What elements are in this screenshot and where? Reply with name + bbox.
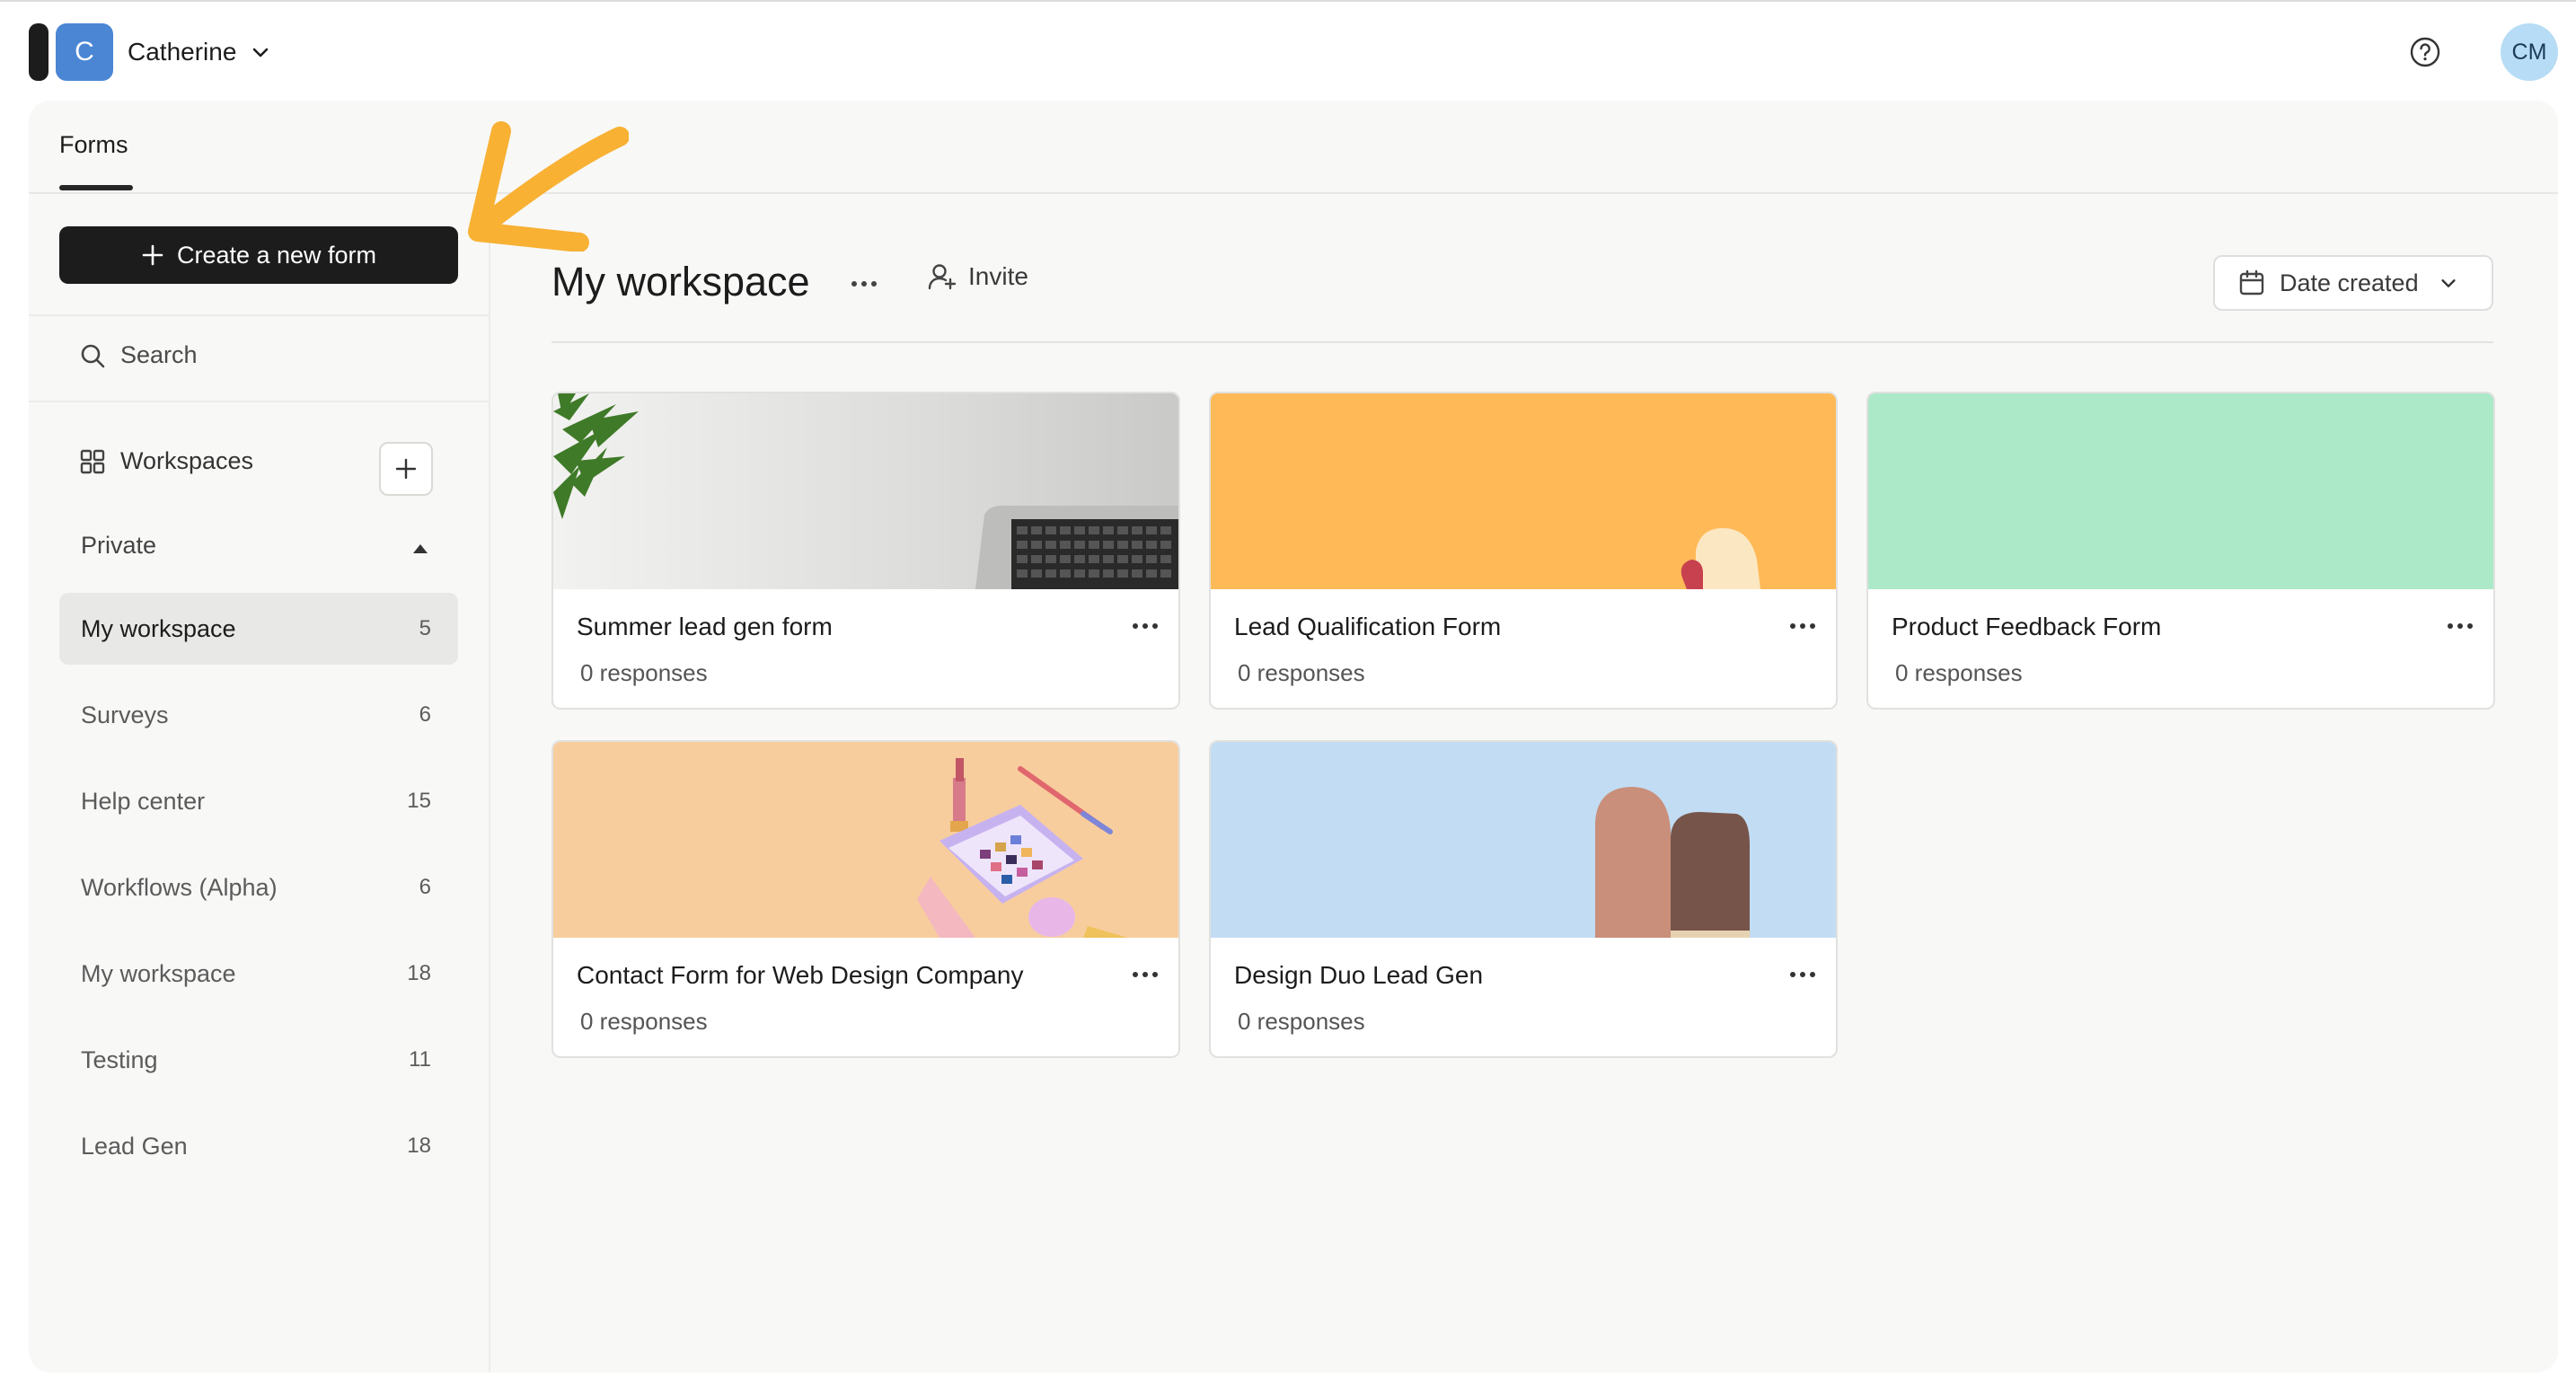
form-responses: 0 responses <box>1895 659 2023 686</box>
search-label: Search <box>120 341 198 368</box>
help-icon[interactable] <box>2409 36 2441 68</box>
more-icon[interactable] <box>850 278 878 289</box>
page-title: My workspace <box>551 259 810 304</box>
orange-illustration <box>1211 393 1836 589</box>
form-card[interactable]: Lead Qualification Form 0 responses <box>1209 392 1838 710</box>
sort-label: Date created <box>2280 269 2419 296</box>
search-icon <box>81 344 105 367</box>
form-responses: 0 responses <box>580 659 708 686</box>
arrow-annotation-icon <box>468 121 629 251</box>
add-workspace-button[interactable] <box>379 442 433 496</box>
more-icon[interactable] <box>1789 622 1816 631</box>
form-title[interactable]: Design Duo Lead Gen <box>1234 961 1483 990</box>
sidebar-item-testing[interactable]: Testing 11 <box>59 1024 458 1096</box>
sidebar-item-label: My workspace <box>81 614 236 642</box>
caret-up-icon[interactable] <box>413 544 428 553</box>
laptop-plant-photo <box>553 393 1178 589</box>
form-card[interactable]: Contact Form for Web Design Company 0 re… <box>551 740 1180 1058</box>
sidebar-item-my-workspace-2[interactable]: My workspace 18 <box>59 938 458 1010</box>
workspaces-label: Workspaces <box>120 447 254 474</box>
more-icon[interactable] <box>1132 622 1159 631</box>
create-form-button[interactable]: Create a new form <box>59 226 458 284</box>
sidebar-item-my-workspace[interactable]: My workspace 5 <box>59 593 458 665</box>
top-bar: C Catherine CM <box>0 0 2576 101</box>
sidebar-item-help-center[interactable]: Help center 15 <box>59 765 458 837</box>
sidebar-item-count: 11 <box>409 1047 431 1072</box>
account-avatar[interactable]: C <box>56 23 113 81</box>
app-panel: Forms Create a new form Search Workspace… <box>29 101 2558 1372</box>
chevron-down-icon <box>2440 279 2456 287</box>
sidebar-item-label: Testing <box>81 1046 158 1073</box>
sidebar-item-count: 6 <box>419 875 431 899</box>
sidebar-item-count: 18 <box>407 1134 431 1158</box>
user-avatar[interactable]: CM <box>2501 23 2558 81</box>
makeup-illustration <box>553 742 1178 938</box>
more-icon[interactable] <box>1789 970 1816 979</box>
grid-icon <box>80 449 105 473</box>
sidebar-item-surveys[interactable]: Surveys 6 <box>59 679 458 751</box>
form-card[interactable]: Summer lead gen form 0 responses <box>551 392 1180 710</box>
form-responses: 0 responses <box>580 1008 708 1035</box>
tab-forms[interactable]: Forms <box>59 131 128 159</box>
form-responses: 0 responses <box>1238 659 1365 686</box>
sidebar-item-label: Surveys <box>81 701 169 728</box>
private-section-toggle[interactable]: Private <box>81 532 156 560</box>
chevron-down-icon[interactable] <box>250 41 271 63</box>
sidebar-item-workflows[interactable]: Workflows (Alpha) 6 <box>59 851 458 923</box>
sidebar-item-label: Workflows (Alpha) <box>81 873 278 901</box>
form-responses: 0 responses <box>1238 1008 1365 1035</box>
plus-icon <box>395 458 417 480</box>
brand-logo <box>29 23 49 81</box>
sidebar-item-count: 6 <box>419 702 431 727</box>
form-title[interactable]: Product Feedback Form <box>1892 613 2161 641</box>
sort-dropdown[interactable]: Date created <box>2213 255 2493 311</box>
calendar-icon <box>2239 269 2264 296</box>
sidebar-item-count: 5 <box>419 616 431 640</box>
form-title[interactable]: Summer lead gen form <box>577 613 833 641</box>
workspace-list: My workspace 5 Surveys 6 Help center 15 … <box>59 593 458 1196</box>
sidebar-item-label: Help center <box>81 787 206 815</box>
header-divider <box>29 192 2558 194</box>
sidebar-divider <box>29 401 489 402</box>
search-input[interactable]: Search <box>79 341 198 369</box>
more-icon[interactable] <box>1132 970 1159 979</box>
sidebar-divider <box>29 314 489 316</box>
sidebar-item-lead-gen[interactable]: Lead Gen 18 <box>59 1110 458 1182</box>
mint-solid <box>1868 393 2493 589</box>
tab-active-indicator <box>59 185 133 190</box>
create-form-label: Create a new form <box>176 241 377 269</box>
sidebar-item-label: My workspace <box>81 959 236 987</box>
invite-button[interactable]: Invite <box>927 262 1028 291</box>
form-card[interactable]: Product Feedback Form 0 responses <box>1866 392 2495 710</box>
more-icon[interactable] <box>2447 622 2474 631</box>
sidebar-item-count: 18 <box>407 961 431 985</box>
sidebar-edge <box>489 194 490 1372</box>
sidebar-item-label: Lead Gen <box>81 1132 188 1160</box>
plus-icon <box>142 244 163 266</box>
form-title[interactable]: Contact Form for Web Design Company <box>577 961 1023 990</box>
account-switcher[interactable]: Catherine <box>128 38 236 66</box>
invite-label: Invite <box>968 262 1028 290</box>
workspaces-heading: Workspaces <box>79 447 253 475</box>
form-card[interactable]: Design Duo Lead Gen 0 responses <box>1209 740 1838 1058</box>
sidebar-item-count: 15 <box>407 789 431 813</box>
user-plus-icon <box>928 264 957 290</box>
form-title[interactable]: Lead Qualification Form <box>1234 613 1501 641</box>
header-divider <box>551 341 2493 343</box>
blue-illustration <box>1211 742 1836 938</box>
